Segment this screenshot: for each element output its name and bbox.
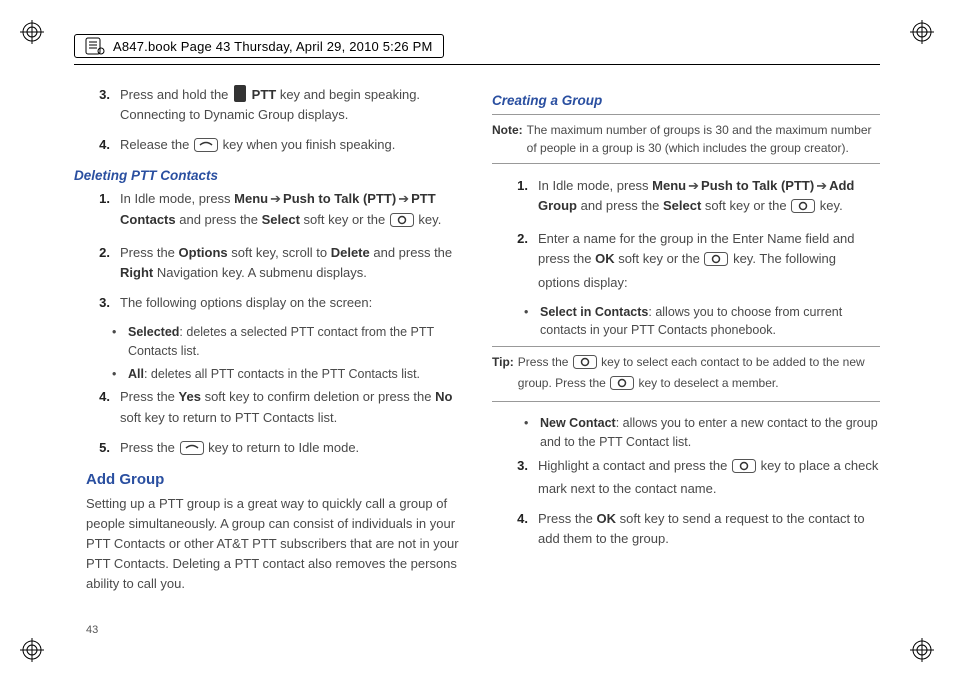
step-body: In Idle mode, press Menu➔Push to Talk (P… — [538, 176, 880, 219]
step: 1. In Idle mode, press Menu➔Push to Talk… — [500, 176, 880, 219]
tip-block: Tip: Press the key to select each contac… — [492, 346, 880, 402]
arrow-icon: ➔ — [814, 178, 829, 193]
section-heading-add-group: Add Group — [86, 471, 462, 488]
framemaker-header: A847.book Page 43 Thursday, April 29, 20… — [74, 34, 444, 58]
ok-key-icon — [791, 199, 815, 219]
left-column: 3. Press and hold the PTT key and begin … — [74, 85, 462, 603]
note-label: Note: — [492, 121, 523, 157]
step: 3. Highlight a contact and press the key… — [500, 456, 880, 499]
registration-mark-icon — [20, 20, 44, 44]
arrow-icon: ➔ — [686, 178, 701, 193]
step-number: 2. — [82, 243, 110, 283]
step: 2. Enter a name for the group in the Ent… — [500, 229, 880, 292]
registration-mark-icon — [910, 638, 934, 662]
step-number: 4. — [500, 509, 528, 549]
step: 1. In Idle mode, press Menu➔Push to Talk… — [82, 189, 462, 232]
step-body: Press the Yes soft key to confirm deleti… — [120, 387, 462, 427]
bullet-icon: • — [524, 303, 534, 341]
ok-key-icon — [732, 459, 756, 479]
step-number: 3. — [82, 293, 110, 313]
step-body: Enter a name for the group in the Enter … — [538, 229, 880, 292]
ok-key-icon — [610, 376, 634, 395]
registration-mark-icon — [20, 638, 44, 662]
bullet-item: • All: deletes all PTT contacts in the P… — [112, 365, 462, 384]
end-key-icon — [194, 138, 218, 158]
step-number: 4. — [82, 135, 110, 158]
step: 5. Press the key to return to Idle mode. — [82, 438, 462, 461]
framemaker-doc-icon — [85, 37, 105, 55]
bullet-item: • New Contact: allows you to enter a new… — [524, 414, 880, 452]
step: 2. Press the Options soft key, scroll to… — [82, 243, 462, 283]
step-number: 5. — [82, 438, 110, 461]
step-number: 4. — [82, 387, 110, 427]
ok-key-icon — [573, 355, 597, 374]
step-body: Release the key when you finish speaking… — [120, 135, 462, 158]
ok-key-icon — [704, 252, 728, 272]
arrow-icon: ➔ — [268, 191, 283, 206]
arrow-icon: ➔ — [396, 191, 411, 206]
step-number: 1. — [82, 189, 110, 232]
step-body: In Idle mode, press Menu➔Push to Talk (P… — [120, 189, 462, 232]
step-body: Press the Options soft key, scroll to De… — [120, 243, 462, 283]
two-column-layout: 3. Press and hold the PTT key and begin … — [74, 85, 880, 603]
ok-key-icon — [390, 213, 414, 233]
tip-label: Tip: — [492, 353, 514, 395]
step: 4. Release the key when you finish speak… — [82, 135, 462, 158]
note-block: Note: The maximum number of groups is 30… — [492, 114, 880, 164]
page-number: 43 — [86, 624, 98, 636]
step-number: 1. — [500, 176, 528, 219]
step: 3. The following options display on the … — [82, 293, 462, 313]
section-heading-creating: Creating a Group — [492, 93, 880, 108]
ptt-key-icon — [234, 85, 246, 102]
add-group-paragraph: Setting up a PTT group is a great way to… — [86, 494, 462, 595]
right-column: Creating a Group Note: The maximum numbe… — [492, 85, 880, 603]
step-number: 3. — [500, 456, 528, 499]
end-key-icon — [180, 441, 204, 461]
bullet-icon: • — [112, 323, 122, 361]
step-body: Highlight a contact and press the key to… — [538, 456, 880, 499]
bullet-item: • Selected: deletes a selected PTT conta… — [112, 323, 462, 361]
step-body: The following options display on the scr… — [120, 293, 462, 313]
note-body: The maximum number of groups is 30 and t… — [527, 121, 880, 157]
step-body: Press and hold the PTT key and begin spe… — [120, 85, 462, 125]
header-text: A847.book Page 43 Thursday, April 29, 20… — [113, 39, 433, 54]
registration-mark-icon — [910, 20, 934, 44]
step-number: 3. — [82, 85, 110, 125]
step-body: Press the OK soft key to send a request … — [538, 509, 880, 549]
bullet-icon: • — [524, 414, 534, 452]
bullet-item: • Select in Contacts: allows you to choo… — [524, 303, 880, 341]
section-heading-deleting: Deleting PTT Contacts — [74, 168, 462, 183]
page-frame: A847.book Page 43 Thursday, April 29, 20… — [74, 34, 880, 638]
step: 4. Press the Yes soft key to confirm del… — [82, 387, 462, 427]
header-rule — [74, 64, 880, 65]
tip-body: Press the key to select each contact to … — [518, 353, 880, 395]
step-body: Press the key to return to Idle mode. — [120, 438, 462, 461]
step: 4. Press the OK soft key to send a reque… — [500, 509, 880, 549]
step-number: 2. — [500, 229, 528, 292]
step: 3. Press and hold the PTT key and begin … — [82, 85, 462, 125]
bullet-icon: • — [112, 365, 122, 384]
